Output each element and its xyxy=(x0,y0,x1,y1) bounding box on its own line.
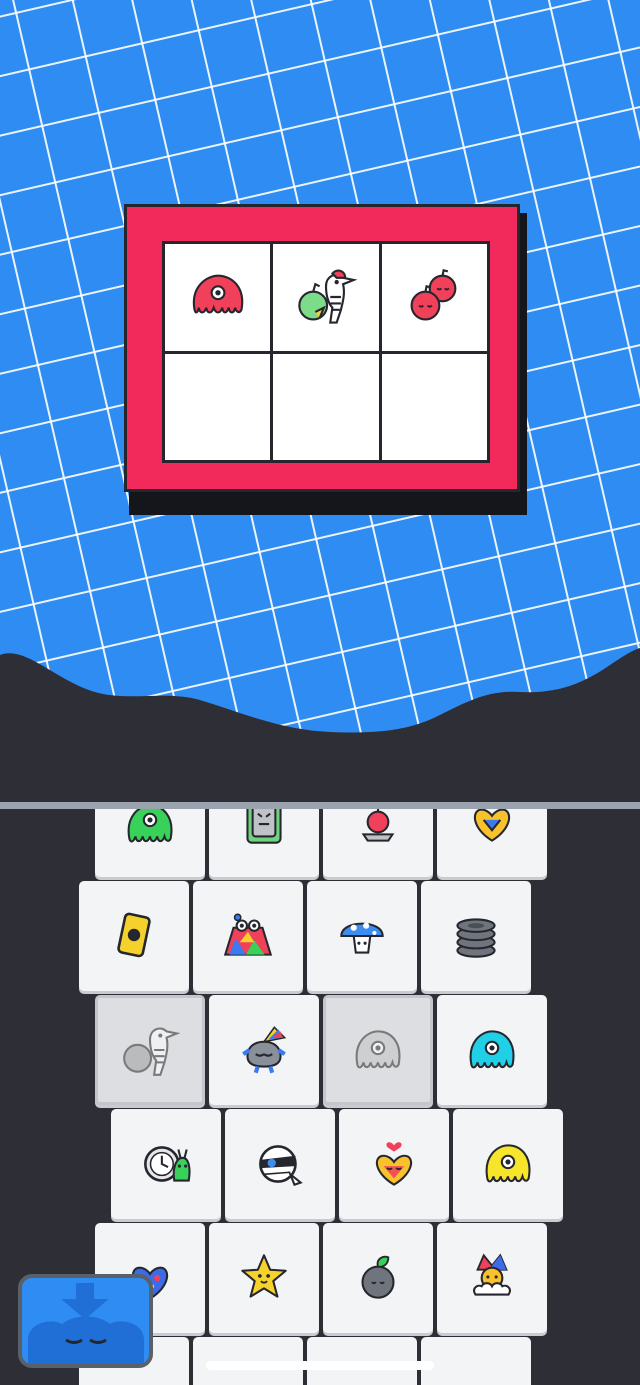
hint-button[interactable] xyxy=(18,1274,153,1368)
dark-wave-edge xyxy=(0,648,640,820)
sliced-apple-icon xyxy=(361,809,395,842)
tile-mummy-head[interactable] xyxy=(225,1109,335,1219)
fox-heart-icon xyxy=(473,809,511,842)
tile-sliced-apple[interactable] xyxy=(323,809,433,877)
tile-jester-cloud[interactable] xyxy=(437,1223,547,1333)
tile-gray-apple[interactable] xyxy=(323,1223,433,1333)
red-apples-icon xyxy=(410,269,457,321)
stone-stack-icon xyxy=(456,918,496,958)
woodpecker-apple-icon xyxy=(123,1027,181,1076)
red-jellyfish-icon xyxy=(192,274,243,314)
tile-robot-face[interactable] xyxy=(209,809,319,877)
frame-slot-1[interactable] xyxy=(165,244,271,351)
download-arrow-sleeping-blob-icon xyxy=(28,1283,144,1364)
target-frame xyxy=(124,204,520,492)
tile-star-creature[interactable] xyxy=(209,1223,319,1333)
frame-slot-4[interactable] xyxy=(165,353,271,460)
tray-divider xyxy=(0,802,640,809)
jester-cloud-icon xyxy=(473,1253,511,1296)
tile-gray-jellyfish-used[interactable] xyxy=(323,995,433,1105)
tile-green-blob[interactable] xyxy=(95,809,205,877)
green-blob-icon xyxy=(127,809,173,843)
tile-stone-stack[interactable] xyxy=(421,881,531,991)
cyan-jellyfish-icon xyxy=(469,1030,515,1069)
tile-rainbow-owl[interactable] xyxy=(193,881,303,991)
yellow-card-icon xyxy=(117,912,151,958)
frame-slot-6[interactable] xyxy=(381,353,487,460)
mummy-head-icon xyxy=(259,1145,303,1186)
woodpecker-apple-icon xyxy=(298,269,358,324)
target-grid xyxy=(162,241,490,463)
tile-fox-heart[interactable] xyxy=(437,809,547,877)
tile-clock-snail[interactable] xyxy=(111,1109,221,1219)
rainbow-owl-icon xyxy=(223,913,273,956)
frame-slot-2[interactable] xyxy=(273,244,379,351)
tile-cyan-jellyfish[interactable] xyxy=(437,995,547,1105)
rainbow-bird-icon xyxy=(242,1026,287,1074)
tile-yellow-jellyfish[interactable] xyxy=(453,1109,563,1219)
tile-rainbow-bird[interactable] xyxy=(209,995,319,1105)
tile-row6-4[interactable] xyxy=(421,1337,531,1385)
gray-apple-icon xyxy=(361,1255,395,1299)
gray-jellyfish-icon xyxy=(355,1030,401,1069)
tile-mushroom[interactable] xyxy=(307,881,417,991)
frame-slot-3[interactable] xyxy=(381,244,487,351)
star-creature-icon xyxy=(241,1254,287,1298)
tile-woodpecker-apple-used[interactable] xyxy=(95,995,205,1105)
heart-fox-icon xyxy=(375,1142,413,1186)
clock-snail-icon xyxy=(144,1146,191,1182)
yellow-jellyfish-icon xyxy=(485,1144,531,1183)
robot-face-icon xyxy=(246,809,282,844)
home-indicator xyxy=(206,1361,434,1370)
tile-heart-fox[interactable] xyxy=(339,1109,449,1219)
frame-slot-5[interactable] xyxy=(273,353,379,460)
mushroom-icon xyxy=(340,922,384,954)
tile-yellow-card[interactable] xyxy=(79,881,189,991)
